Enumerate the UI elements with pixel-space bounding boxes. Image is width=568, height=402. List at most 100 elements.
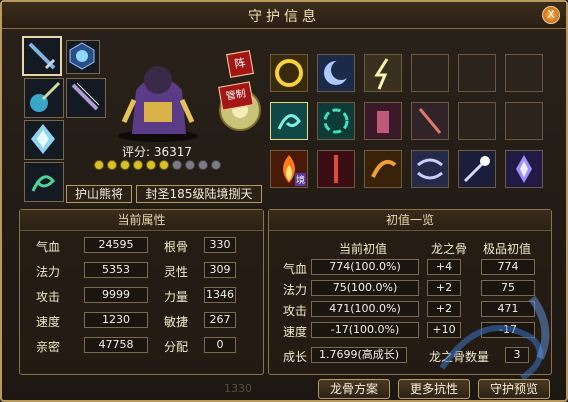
skill-slot-7[interactable] xyxy=(270,102,308,140)
skill-slot-1[interactable] xyxy=(270,54,308,92)
attr-label-speed: 速度 xyxy=(36,315,61,329)
attr-value-allocate: 0 xyxy=(204,337,236,353)
blade-icon xyxy=(418,108,442,134)
serpent-icon xyxy=(31,175,56,192)
skill-slot-4[interactable] xyxy=(411,54,449,92)
init-label-speed: 速度 xyxy=(283,325,308,339)
init-current-speed: -17(100.0%) xyxy=(311,322,419,338)
init-label-hp: 气血 xyxy=(283,262,308,276)
skill-slot-5[interactable] xyxy=(458,54,496,92)
water-spiral-icon xyxy=(277,114,301,130)
init-max-hp: 774 xyxy=(481,259,535,275)
attr-label-allocate: 分配 xyxy=(164,340,189,354)
game-logo-watermark xyxy=(439,295,550,381)
star-level-dot xyxy=(159,160,169,170)
col-dragon-bone: 龙之骨 xyxy=(431,242,468,256)
attr-value-hp: 24595 xyxy=(84,237,148,253)
wind-icon xyxy=(417,158,443,180)
golden-swirl-icon xyxy=(275,59,303,87)
init-label-attack: 攻击 xyxy=(283,304,308,318)
init-label-mp: 法力 xyxy=(283,283,308,297)
guardian-name-tag: 护山熊将 xyxy=(66,185,132,203)
col-current-initial: 当前初值 xyxy=(339,242,388,256)
guardian-preview-button[interactable]: 守护预览 xyxy=(478,379,550,399)
attr-label-agility: 敏捷 xyxy=(164,315,189,329)
attr-label-spirit: 灵性 xyxy=(164,265,189,279)
skill-slot-13[interactable]: 境 xyxy=(270,150,308,188)
skill-slot-3[interactable] xyxy=(364,54,402,92)
lightning-icon xyxy=(374,58,389,90)
staff-icon xyxy=(30,81,61,112)
initial-values-header: 初值一览 xyxy=(269,210,551,231)
init-current-attack: 471(100.0%) xyxy=(311,301,419,317)
score: 评分: 36317 xyxy=(122,143,192,160)
star-level-dot xyxy=(172,160,182,170)
skill-slot-6[interactable] xyxy=(505,54,543,92)
warrior-icon xyxy=(377,111,389,133)
moon-icon xyxy=(324,60,351,85)
init-current-mp: 75(100.0%) xyxy=(311,280,419,296)
dragon-bone-plan-button[interactable]: 龙骨方案 xyxy=(318,379,390,399)
skill-slot-9[interactable] xyxy=(364,102,402,140)
current-attributes-panel: 当前属性 气血 24595 法力 5353 攻击 9999 速度 1230 亲密… xyxy=(19,209,264,375)
skill-slot-2[interactable] xyxy=(317,54,355,92)
equip-slot-sword[interactable] xyxy=(22,36,62,76)
vortex-icon xyxy=(323,108,349,134)
crescent-icon xyxy=(371,160,397,178)
attr-label-mp: 法力 xyxy=(36,265,61,279)
skill-slot-10[interactable] xyxy=(411,102,449,140)
more-resistances-button[interactable]: 更多抗性 xyxy=(398,379,470,399)
skill-slot-17[interactable] xyxy=(458,150,496,188)
equip-slot-serpent[interactable] xyxy=(24,162,64,202)
equip-slot-feather[interactable] xyxy=(66,78,106,118)
attr-value-constitution: 330 xyxy=(204,237,236,253)
skill-slot-15[interactable] xyxy=(364,150,402,188)
gem-icon xyxy=(69,42,95,70)
score-value: 36317 xyxy=(153,145,193,159)
attr-value-spirit: 309 xyxy=(204,262,236,278)
attr-value-attack: 9999 xyxy=(84,287,148,303)
attr-label-constitution: 根骨 xyxy=(164,240,189,254)
feather-icon xyxy=(71,82,100,111)
skill-slot-18[interactable] xyxy=(505,150,543,188)
sword-icon xyxy=(28,42,56,70)
attr-value-strength: 1346 xyxy=(204,287,236,303)
attr-label-strength: 力量 xyxy=(164,290,189,304)
flame-sword-icon xyxy=(334,155,338,183)
attr-label-intimacy: 亲密 xyxy=(36,340,61,354)
comet-icon xyxy=(463,156,490,183)
close-button[interactable]: X xyxy=(542,6,560,24)
faded-ghost-value: 1330 xyxy=(224,382,252,395)
ice-crystal-icon xyxy=(516,155,532,183)
guardian-info-window: 守护信息 X 阵 管制 评分: 36317 护山熊将 封圣185级陆境捌天 境 … xyxy=(0,0,568,402)
skill-slot-8[interactable] xyxy=(317,102,355,140)
stamp-formation: 阵 xyxy=(226,50,254,78)
growth-value: 1.7699(高成长) xyxy=(311,347,407,363)
attr-value-intimacy: 47758 xyxy=(84,337,148,353)
star-level-dot xyxy=(133,160,143,170)
star-level-dot xyxy=(198,160,208,170)
star-level-dot xyxy=(94,160,104,170)
attr-value-speed: 1230 xyxy=(84,312,148,328)
star-level-dot xyxy=(120,160,130,170)
equip-slot-gem[interactable] xyxy=(66,40,100,74)
window-title: 守护信息 xyxy=(248,9,320,25)
equip-slot-crystal[interactable] xyxy=(24,120,64,160)
growth-label: 成长 xyxy=(283,350,308,364)
equip-slot-staff[interactable] xyxy=(24,78,64,118)
skill-slot-16[interactable] xyxy=(411,150,449,188)
skill-slot-12[interactable] xyxy=(505,102,543,140)
attr-value-mp: 5353 xyxy=(84,262,148,278)
current-attributes-header: 当前属性 xyxy=(20,210,263,231)
skill-slot-14[interactable] xyxy=(317,150,355,188)
attr-label-hp: 气血 xyxy=(36,240,61,254)
realm-badge: 境 xyxy=(294,173,306,186)
skill-slot-11[interactable] xyxy=(458,102,496,140)
col-max-initial: 极品初值 xyxy=(483,242,532,256)
star-level-dot xyxy=(185,160,195,170)
attr-label-attack: 攻击 xyxy=(36,290,61,304)
attr-value-agility: 267 xyxy=(204,312,236,328)
score-label: 评分: xyxy=(122,145,151,159)
star-level-dot xyxy=(146,160,156,170)
guardian-rank-tag: 封圣185级陆境捌天 xyxy=(136,185,262,203)
